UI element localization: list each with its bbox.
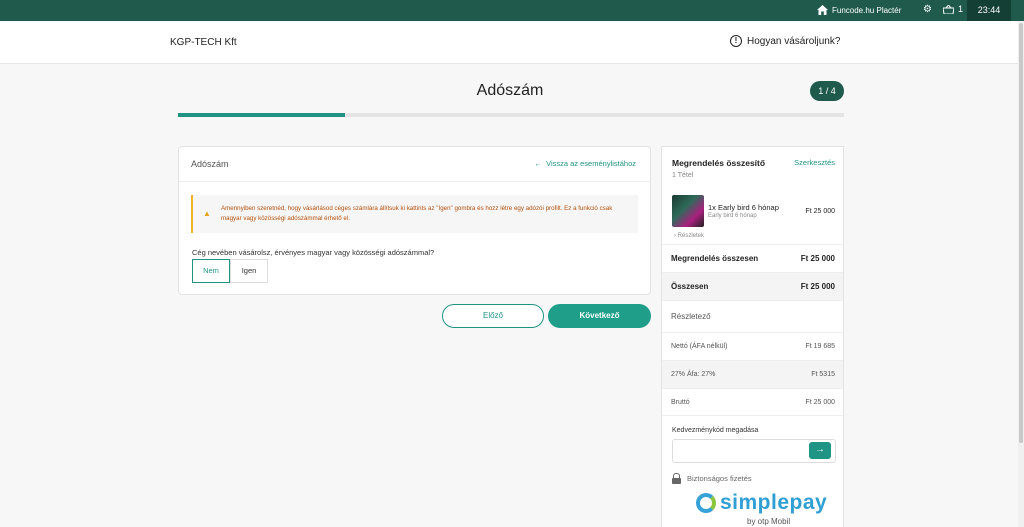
total-value: Ft 25 000 (800, 282, 835, 291)
item-name: 1x Early bird 6 hónap (708, 203, 779, 212)
simplepay-mark (696, 493, 716, 513)
order-total-label: Megrendelés összesen (671, 254, 759, 263)
order-summary: Megrendelés összesítő Szerkesztés 1 Téte… (661, 146, 844, 527)
item-count: 1 Tétel (672, 172, 694, 179)
cart-icon (943, 4, 954, 14)
warning-box: ▲ Amennyiben szeretnéd, hogy vásárlásod … (191, 195, 638, 233)
home-icon (817, 5, 828, 15)
cart-count: 1 (958, 4, 964, 14)
lock-icon (672, 473, 681, 484)
page-title: Adószám (476, 82, 544, 99)
option-no[interactable]: Nem (192, 259, 230, 283)
net-label: Nettó (ÁFA nélkül) (671, 343, 728, 350)
vat-label: 27% Áfa: 27% (671, 371, 716, 378)
card-title: Adószám (191, 159, 229, 169)
scrollbar-thumb[interactable] (1019, 23, 1023, 443)
secure-payment: Biztonságos fizetés (672, 473, 752, 484)
simplepay-logo: simplepay (696, 491, 827, 515)
summary-title: Megrendelés összesítő (672, 158, 766, 168)
coupon-submit-button[interactable]: → (809, 442, 831, 459)
simplepay-by: by otp Mobil (747, 517, 791, 526)
next-button[interactable]: Következő (548, 304, 651, 328)
back-to-events-link[interactable]: ← Vissza az eseménylistához (534, 159, 636, 168)
option-yes[interactable]: Igen (230, 259, 268, 283)
clock: 23:44 (967, 0, 1011, 21)
company-options: Nem Igen (192, 259, 268, 283)
item-subtitle: Early bird 6 hónap (708, 213, 757, 219)
total-row: Összesen Ft 25 000 (662, 272, 843, 300)
company-question: Cég nevében vásárolsz, érvényes magyar v… (192, 248, 435, 257)
order-total-value: Ft 25 000 (800, 254, 835, 263)
net-value: Ft 19 685 (805, 343, 835, 350)
secure-label: Biztonságos fizetés (687, 474, 752, 483)
brand-name: KGP-TECH Kft (170, 37, 237, 48)
item-thumbnail (672, 195, 704, 227)
item-details-link[interactable]: › Részletek (674, 233, 704, 239)
net-row: Nettó (ÁFA nélkül) Ft 19 685 (662, 332, 843, 360)
warning-icon: ▲ (203, 209, 211, 218)
breakdown-row: Részletező (662, 300, 843, 332)
back-link-label: Vissza az eseménylistához (546, 159, 636, 168)
edit-link[interactable]: Szerkesztés (794, 158, 835, 167)
warning-text: Amennyiben szeretnéd, hogy vásárlásod cé… (221, 205, 613, 222)
card-header: Adószám ← Vissza az eseménylistához (179, 147, 650, 182)
coupon-label: Kedvezménykód megadása (672, 427, 759, 434)
gear-icon[interactable]: ⚙ (923, 4, 932, 15)
vat-value: Ft 5315 (811, 371, 835, 378)
gross-value: Ft 25 000 (805, 398, 835, 406)
help-label: Hogyan vásároljunk? (747, 35, 841, 47)
tax-number-card: Adószám ← Vissza az eseménylistához ▲ Am… (178, 146, 651, 295)
info-icon: ! (730, 35, 742, 47)
progress-fill (178, 113, 345, 117)
details-label: Részletek (677, 233, 705, 239)
gross-label: Bruttó (671, 398, 690, 406)
cart-button[interactable]: 1 (943, 4, 963, 14)
site-label: Funcode.hu Plactér (832, 5, 902, 15)
site-link[interactable]: Funcode.hu Plactér (817, 5, 901, 15)
progress-bar (178, 113, 844, 117)
gross-row: Bruttó Ft 25 000 (662, 388, 843, 416)
help-link[interactable]: ! Hogyan vásároljunk? (730, 35, 840, 47)
breakdown-label: Részletező (671, 312, 711, 321)
order-total-row: Megrendelés összesen Ft 25 000 (662, 244, 843, 272)
simplepay-text: simplepay (720, 491, 828, 514)
vat-row: 27% Áfa: 27% Ft 5315 (662, 360, 843, 388)
arrow-left-icon: ← (534, 159, 542, 168)
top-bar: Funcode.hu Plactér ⚙ 1 23:44 (0, 0, 1024, 21)
previous-button[interactable]: Előző (442, 304, 544, 328)
step-badge: 1 / 4 (810, 81, 844, 101)
site-header: KGP-TECH Kft ! Hogyan vásároljunk? (0, 21, 1018, 64)
item-price: Ft 25 000 (805, 208, 835, 215)
total-label: Összesen (671, 282, 709, 291)
arrow-right-icon: → (815, 444, 825, 455)
